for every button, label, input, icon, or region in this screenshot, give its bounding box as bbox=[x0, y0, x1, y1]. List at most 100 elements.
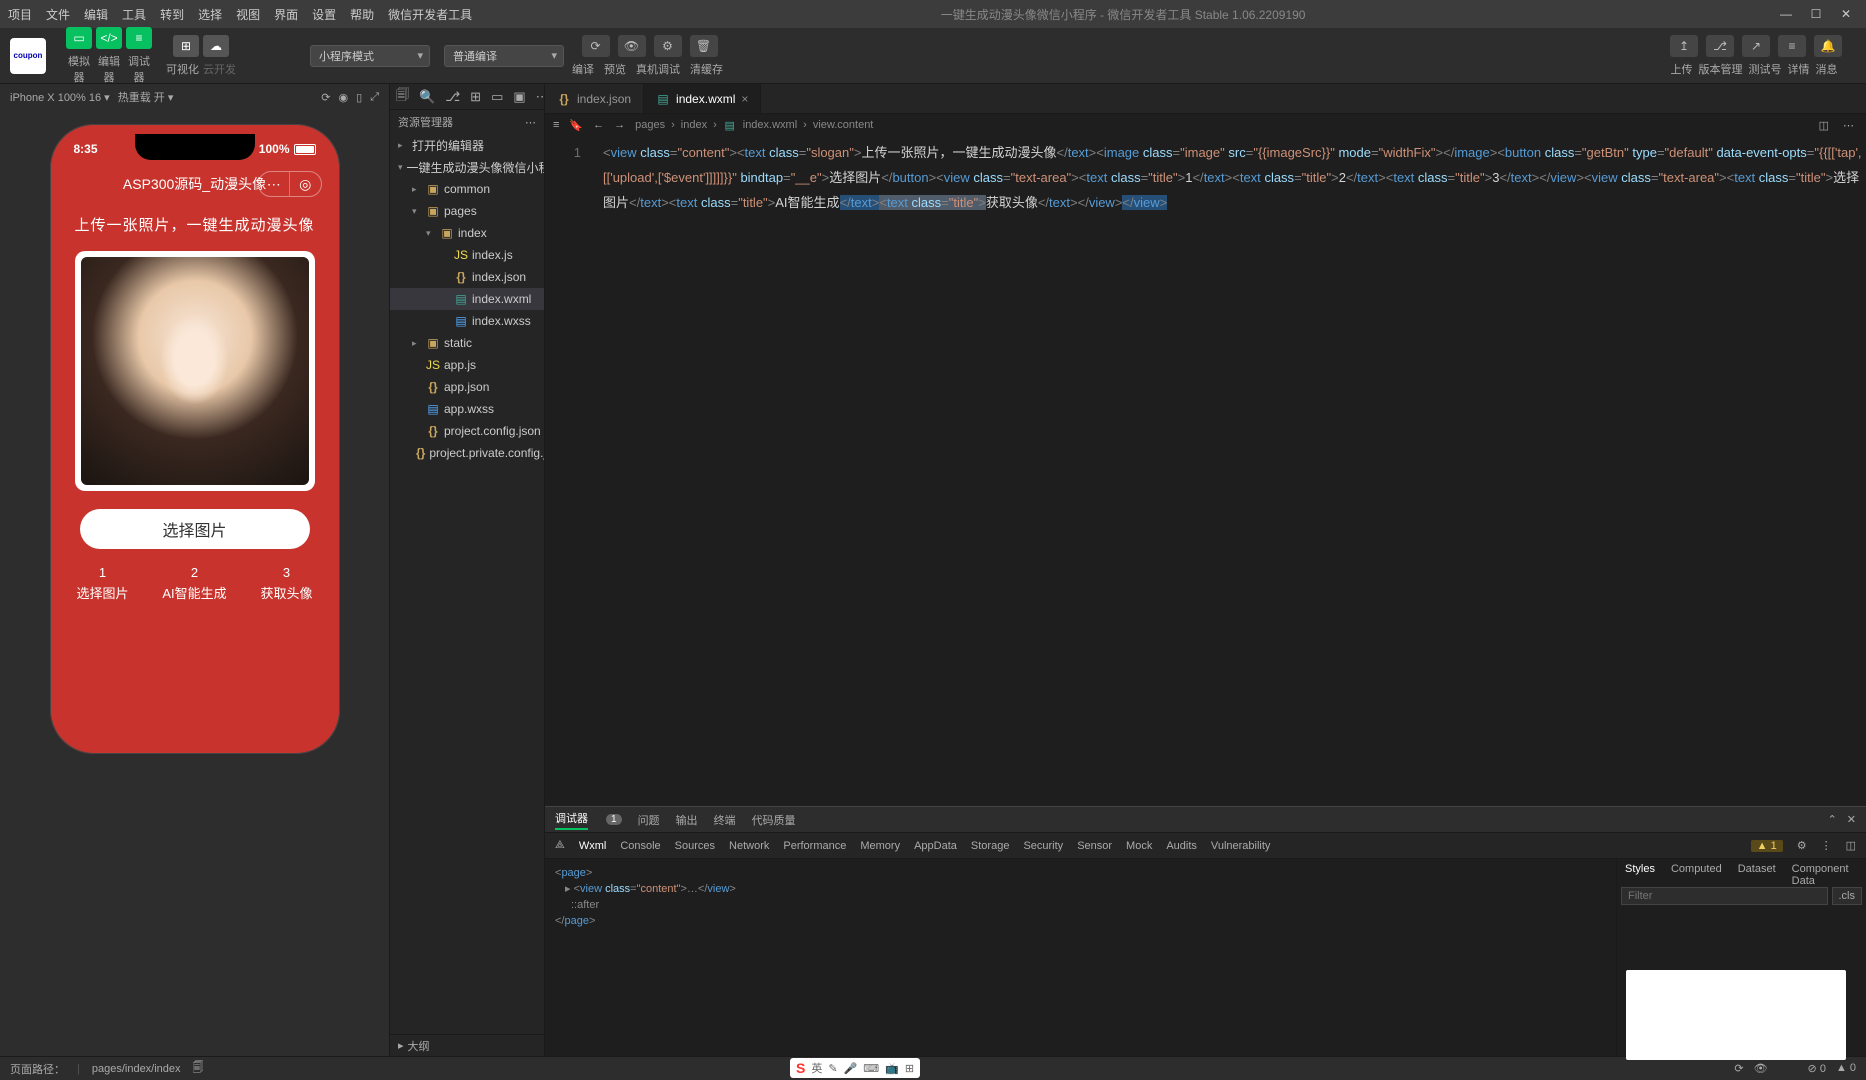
project-root[interactable]: ▾一键生成动漫头像微信小程序 bbox=[390, 156, 544, 178]
file-project-config[interactable]: {}project.config.json bbox=[390, 420, 544, 442]
file-index-js[interactable]: JSindex.js bbox=[390, 244, 544, 266]
crumb-symbol[interactable]: view.content bbox=[813, 119, 874, 131]
file-app-json[interactable]: {}app.json bbox=[390, 376, 544, 398]
capsule-menu-icon[interactable]: ⋯ bbox=[259, 172, 291, 196]
preview-button[interactable]: 👁 bbox=[618, 35, 646, 57]
tab-computed[interactable]: Computed bbox=[1663, 859, 1730, 883]
ime-i5[interactable]: ⊞ bbox=[905, 1062, 914, 1075]
device-select[interactable]: iPhone X 100% 16 ▾ bbox=[10, 91, 110, 104]
panel-security[interactable]: Security bbox=[1023, 840, 1063, 852]
copy-path-icon[interactable]: 🗐 bbox=[193, 1059, 204, 1078]
compile-button[interactable]: ⟳ bbox=[582, 35, 610, 57]
folder-common[interactable]: ▸▣common bbox=[390, 178, 544, 200]
popout-icon[interactable]: ⤢ bbox=[370, 91, 379, 104]
tab-dataset[interactable]: Dataset bbox=[1730, 859, 1784, 883]
close-devtools-icon[interactable]: ✕ bbox=[1847, 813, 1856, 826]
panel-console[interactable]: Console bbox=[620, 840, 660, 852]
close-button[interactable]: ✕ bbox=[1834, 4, 1858, 24]
dtab-output[interactable]: 输出 bbox=[676, 812, 698, 828]
cloud-toggle[interactable]: ☁ bbox=[203, 35, 229, 57]
version-button[interactable]: ⎇ bbox=[1706, 35, 1734, 57]
hotreload-select[interactable]: 热重载 开 ▾ bbox=[118, 89, 174, 105]
menu-view[interactable]: 视图 bbox=[236, 6, 260, 23]
ime-i4[interactable]: 📺 bbox=[885, 1062, 899, 1075]
visual-toggle[interactable]: ⊞ bbox=[173, 35, 199, 57]
clear-cache-button[interactable]: 🗑 bbox=[690, 35, 718, 57]
styles-filter-input[interactable] bbox=[1621, 887, 1828, 905]
inspect-icon[interactable]: ⟁ bbox=[555, 839, 565, 852]
upload-button[interactable]: ↥ bbox=[1670, 35, 1698, 57]
page-path[interactable]: pages/index/index bbox=[92, 1063, 181, 1075]
menu-interface[interactable]: 界面 bbox=[274, 6, 298, 23]
split-icon[interactable]: ◫ bbox=[1819, 119, 1829, 132]
nav-back-icon[interactable]: ← bbox=[593, 119, 604, 131]
folder-static[interactable]: ▸▣static bbox=[390, 332, 544, 354]
file-index-wxss[interactable]: ▤index.wxss bbox=[390, 310, 544, 332]
eye-icon[interactable]: 👁 bbox=[1754, 1062, 1768, 1075]
panel-appdata[interactable]: AppData bbox=[914, 840, 957, 852]
list-icon[interactable]: ≡ bbox=[553, 119, 559, 131]
git-icon[interactable]: ⎇ bbox=[445, 89, 460, 105]
dom-tree[interactable]: <page> ▸ <view class="content">…</view> … bbox=[545, 859, 1616, 1056]
dock-icon[interactable]: ◫ bbox=[1846, 839, 1856, 852]
panel-memory[interactable]: Memory bbox=[860, 840, 900, 852]
analysis-icon[interactable]: ⊞ bbox=[470, 89, 481, 105]
bookmark-icon[interactable]: 🔖 bbox=[569, 119, 583, 132]
dtab-problems[interactable]: 问题 bbox=[638, 812, 660, 828]
folder-index[interactable]: ▾▣index bbox=[390, 222, 544, 244]
code-editor[interactable]: 1 <view class="content"><text class="slo… bbox=[545, 136, 1866, 806]
details-button[interactable]: ≡ bbox=[1778, 35, 1806, 57]
open-editors-section[interactable]: ▸打开的编辑器 bbox=[390, 134, 544, 156]
menu-edit[interactable]: 编辑 bbox=[84, 6, 108, 23]
testid-button[interactable]: ↗ bbox=[1742, 35, 1770, 57]
tab-index-wxml[interactable]: ▤index.wxml× bbox=[644, 84, 761, 113]
messages-button[interactable]: 🔔 bbox=[1814, 35, 1842, 57]
panel-storage[interactable]: Storage bbox=[971, 840, 1010, 852]
crumb-pages[interactable]: pages bbox=[635, 119, 665, 131]
app-logo[interactable]: coupon bbox=[10, 38, 46, 74]
nav-fwd-icon[interactable]: → bbox=[614, 119, 625, 131]
ime-lang[interactable]: 英 bbox=[811, 1060, 822, 1076]
kebab-icon[interactable]: ⋮ bbox=[1821, 839, 1832, 852]
panel-network[interactable]: Network bbox=[729, 840, 769, 852]
debugger-toggle[interactable]: ≡ bbox=[126, 27, 152, 49]
cls-toggle[interactable]: .cls bbox=[1832, 887, 1863, 905]
dtab-debugger[interactable]: 调试器 bbox=[555, 810, 588, 830]
maximize-button[interactable]: ☐ bbox=[1804, 4, 1828, 24]
ime-toolbar[interactable]: S 英 ✎ 🎤 ⌨ 📺 ⊞ bbox=[790, 1058, 920, 1078]
sync-icon[interactable]: ⟳ bbox=[1734, 1062, 1743, 1075]
menu-wechat-devtools[interactable]: 微信开发者工具 bbox=[388, 6, 472, 23]
siblings-icon[interactable]: ▭ bbox=[491, 89, 503, 105]
simulator-toggle[interactable]: ▭ bbox=[66, 27, 92, 49]
panel-audits[interactable]: Audits bbox=[1166, 840, 1197, 852]
dtab-quality[interactable]: 代码质量 bbox=[752, 812, 796, 828]
file-project-private-config[interactable]: {}project.private.config.js... bbox=[390, 442, 544, 464]
panel-vulnerability[interactable]: Vulnerability bbox=[1211, 840, 1271, 852]
more-actions-icon[interactable]: ⋯ bbox=[1843, 119, 1854, 132]
panel-sensor[interactable]: Sensor bbox=[1077, 840, 1112, 852]
gear-icon[interactable]: ⚙ bbox=[1797, 839, 1807, 852]
code-text[interactable]: <view class="content"><text class="sloga… bbox=[603, 140, 1866, 215]
menu-tools[interactable]: 工具 bbox=[122, 6, 146, 23]
mode-select[interactable]: 小程序模式 bbox=[310, 45, 430, 67]
errors-count[interactable]: ⊘ 0 bbox=[1808, 1062, 1826, 1075]
crumb-file[interactable]: index.wxml bbox=[743, 119, 797, 131]
file-app-wxss[interactable]: ▤app.wxss bbox=[390, 398, 544, 420]
capsule-close-icon[interactable]: ◎ bbox=[290, 172, 321, 196]
panel-mock[interactable]: Mock bbox=[1126, 840, 1152, 852]
menu-goto[interactable]: 转到 bbox=[160, 6, 184, 23]
collapse-icon[interactable]: ⌃ bbox=[1828, 813, 1837, 826]
sogou-icon[interactable]: S bbox=[796, 1060, 805, 1076]
menu-select[interactable]: 选择 bbox=[198, 6, 222, 23]
device-icon[interactable]: ▯ bbox=[356, 91, 362, 104]
choose-image-button[interactable]: 选择图片 bbox=[80, 509, 310, 549]
panel-sources[interactable]: Sources bbox=[675, 840, 715, 852]
crumb-index[interactable]: index bbox=[681, 119, 707, 131]
compile-select[interactable]: 普通编译 bbox=[444, 45, 564, 67]
menu-settings[interactable]: 设置 bbox=[312, 6, 336, 23]
panel-performance[interactable]: Performance bbox=[783, 840, 846, 852]
file-index-wxml[interactable]: ▤index.wxml bbox=[390, 288, 544, 310]
dtab-terminal[interactable]: 终端 bbox=[714, 812, 736, 828]
ime-i1[interactable]: ✎ bbox=[828, 1062, 837, 1075]
close-tab-icon[interactable]: × bbox=[741, 92, 748, 106]
